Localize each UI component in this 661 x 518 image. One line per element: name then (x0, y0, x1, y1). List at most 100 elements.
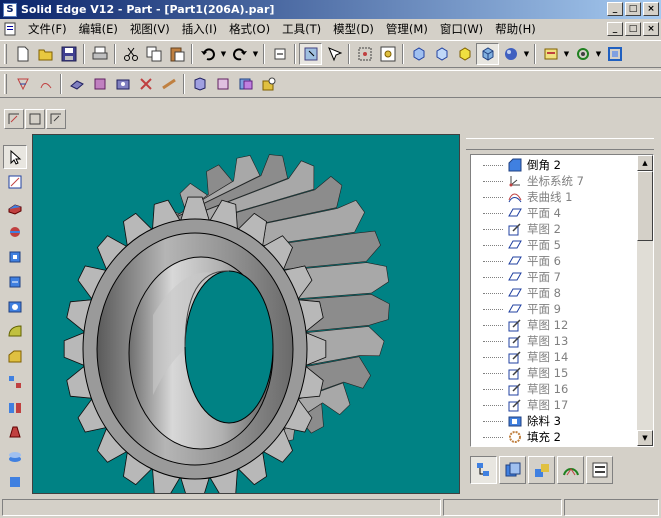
pattern-feature-icon[interactable] (3, 370, 27, 394)
select-tool-icon[interactable] (299, 43, 322, 65)
shell-icon[interactable] (188, 73, 211, 95)
new-icon[interactable] (11, 43, 34, 65)
undo-dropdown-icon[interactable]: ▼ (219, 43, 228, 65)
open-icon[interactable] (34, 43, 57, 65)
front-view-icon[interactable] (407, 43, 430, 65)
menu-help[interactable]: 帮助(H) (489, 20, 542, 38)
tree-item[interactable]: 倒角 2 (483, 157, 561, 173)
zoom-area-icon[interactable] (376, 43, 399, 65)
doc-close-button[interactable]: × (643, 22, 659, 36)
protrusion-icon[interactable] (3, 195, 27, 219)
tree-item[interactable]: 平面 8 (483, 285, 561, 301)
document-icon[interactable] (2, 21, 18, 37)
cutout-icon[interactable] (3, 245, 27, 269)
redo-icon[interactable] (228, 43, 251, 65)
pattern-icon[interactable] (257, 73, 280, 95)
parameter-icon[interactable] (46, 109, 66, 129)
sketch-icon[interactable] (25, 109, 45, 129)
revolved-protrusion-icon[interactable] (3, 220, 27, 244)
revolved-cutout-icon[interactable] (3, 270, 27, 294)
print-icon[interactable] (88, 43, 111, 65)
save-icon[interactable] (57, 43, 80, 65)
tree-item[interactable]: 草图 17 (483, 397, 568, 413)
refresh-icon[interactable] (268, 43, 291, 65)
rotate-dropdown-icon[interactable]: ▼ (594, 43, 603, 65)
mirror-feature-icon[interactable] (3, 395, 27, 419)
smart-tab-icon[interactable] (586, 456, 613, 484)
layers-icon[interactable] (557, 456, 584, 484)
tree-item[interactable]: 坐标系统 7 (483, 173, 584, 189)
model-viewport[interactable] (32, 134, 460, 494)
menu-manage[interactable]: 管理(M) (380, 20, 434, 38)
view-fit-icon[interactable] (353, 43, 376, 65)
paste-icon[interactable] (165, 43, 188, 65)
revolve-icon[interactable] (88, 73, 111, 95)
solid-edge-app-icon[interactable]: S (3, 2, 17, 17)
menu-model[interactable]: 模型(D) (327, 20, 380, 38)
shaded-dropdown-icon[interactable]: ▼ (522, 43, 531, 65)
thin-wall-icon[interactable] (211, 73, 234, 95)
minimize-button[interactable]: _ (607, 2, 623, 16)
round-icon[interactable] (3, 320, 27, 344)
cut-icon[interactable] (119, 43, 142, 65)
menu-insert[interactable]: 插入(I) (176, 20, 223, 38)
menu-file[interactable]: 文件(F) (22, 20, 73, 38)
smart-dimension-icon[interactable] (3, 170, 27, 194)
redo-dropdown-icon[interactable]: ▼ (251, 43, 260, 65)
more-icon[interactable] (3, 470, 27, 494)
feature-edit-icon[interactable] (34, 73, 57, 95)
delete-feature-icon[interactable] (134, 73, 157, 95)
hole-feature-icon[interactable] (3, 295, 27, 319)
tree-item[interactable]: 除料 3 (483, 413, 561, 429)
tree-item[interactable]: 草图 15 (483, 365, 568, 381)
features-library-icon[interactable] (499, 456, 526, 484)
menu-tools[interactable]: 工具(T) (276, 20, 327, 38)
select-arrow-icon[interactable] (3, 145, 27, 169)
undo-icon[interactable] (196, 43, 219, 65)
rib-icon[interactable] (157, 73, 180, 95)
scroll-up-icon[interactable]: ▲ (637, 155, 653, 171)
panel-grip[interactable] (466, 138, 654, 150)
menu-edit[interactable]: 编辑(E) (73, 20, 124, 38)
tree-item[interactable]: 草图 16 (483, 381, 568, 397)
draft-icon[interactable] (3, 420, 27, 444)
back-view-icon[interactable] (430, 43, 453, 65)
toolbar-grip[interactable] (4, 44, 7, 64)
hole-icon[interactable] (111, 73, 134, 95)
shaded-icon[interactable] (499, 43, 522, 65)
tree-item[interactable]: 平面 5 (483, 237, 561, 253)
iso-view-icon[interactable] (476, 43, 499, 65)
toolbar-grip[interactable] (4, 74, 7, 94)
thin-part-icon[interactable] (3, 445, 27, 469)
tree-item[interactable]: 草图 13 (483, 333, 568, 349)
tree-item[interactable]: 平面 7 (483, 269, 561, 285)
layer-icon[interactable] (539, 43, 562, 65)
parts-library-icon[interactable] (528, 456, 555, 484)
mirror-icon[interactable] (234, 73, 257, 95)
tree-item[interactable]: 草图 12 (483, 317, 568, 333)
feature-pathfinder-icon[interactable] (470, 456, 497, 484)
tree-item[interactable]: 平面 4 (483, 205, 561, 221)
tree-item[interactable]: 草图 2 (483, 221, 561, 237)
pan-icon[interactable] (603, 43, 626, 65)
rotate-icon[interactable] (571, 43, 594, 65)
top-view-icon[interactable] (453, 43, 476, 65)
feature-library-icon[interactable] (11, 73, 34, 95)
menu-view[interactable]: 视图(V) (124, 20, 176, 38)
profile-icon[interactable] (4, 109, 24, 129)
extrude-icon[interactable] (65, 73, 88, 95)
menu-format[interactable]: 格式(O) (223, 20, 276, 38)
menu-window[interactable]: 窗口(W) (434, 20, 489, 38)
select-filter-icon[interactable] (322, 43, 345, 65)
doc-restore-button[interactable]: □ (625, 22, 641, 36)
maximize-button[interactable]: □ (625, 2, 641, 16)
tree-item[interactable]: 表曲线 1 (483, 189, 572, 205)
tree-item[interactable]: 填充 2 (483, 429, 561, 445)
tree-item[interactable]: 草图 14 (483, 349, 568, 365)
close-button[interactable]: × (643, 2, 659, 16)
scroll-thumb[interactable] (637, 171, 653, 241)
copy-icon[interactable] (142, 43, 165, 65)
layer-dropdown-icon[interactable]: ▼ (562, 43, 571, 65)
tree-item[interactable]: 平面 6 (483, 253, 561, 269)
tree-vertical-scrollbar[interactable]: ▲ ▼ (637, 155, 653, 446)
